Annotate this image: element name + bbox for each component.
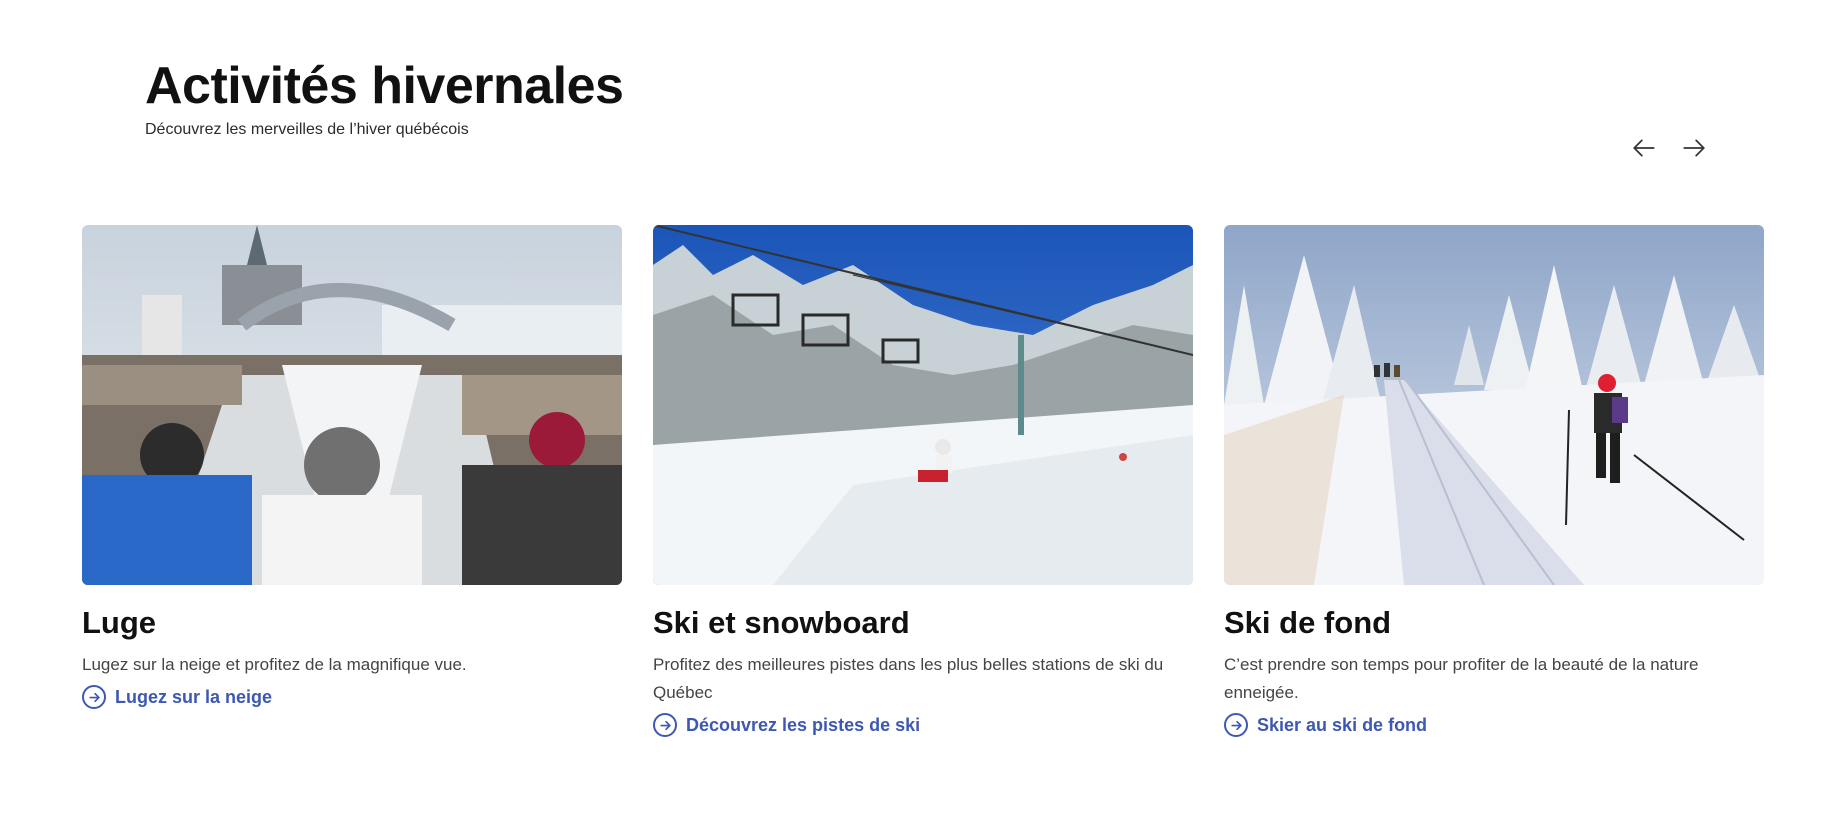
activity-card-luge: Luge Lugez sur la neige et profitez de l…: [82, 225, 622, 737]
activity-card-ski-de-fond: Ski de fond C’est prendre son temps pour…: [1224, 225, 1764, 738]
card-link-label: Découvrez les pistes de ski: [686, 714, 921, 735]
page-title: Activités hivernales: [145, 57, 624, 115]
page-subtitle: Découvrez les merveilles de l’hiver québ…: [145, 121, 469, 139]
ski-link[interactable]: Découvrez les pistes de ski: [653, 713, 921, 738]
carousel-next-button[interactable]: [1678, 132, 1710, 164]
activity-card-ski: Ski et snowboard Profitez des meilleures…: [653, 225, 1193, 738]
arrow-right-icon: [1683, 139, 1705, 157]
card-title: Luge: [82, 605, 157, 640]
arrow-left-icon: [1633, 139, 1655, 157]
card-description: Lugez sur la neige et profitez de la mag…: [82, 655, 467, 675]
ski-de-fond-link[interactable]: Skier au ski de fond: [1224, 713, 1428, 738]
arrow-circle-right-icon: [653, 713, 677, 738]
card-description: C’est prendre son temps pour profiter de…: [1224, 655, 1699, 703]
luge-link[interactable]: Lugez sur la neige: [82, 685, 273, 710]
carousel-prev-button[interactable]: [1628, 132, 1660, 164]
card-title: Ski et snowboard: [653, 605, 910, 640]
card-link-label: Skier au ski de fond: [1257, 714, 1428, 735]
ski-image: [653, 225, 1193, 585]
arrow-circle-right-icon: [1224, 713, 1248, 738]
section-header: Activités hivernales Découvrez les merve…: [145, 57, 624, 139]
ski-de-fond-image: [1224, 225, 1764, 585]
luge-image: [82, 225, 622, 585]
card-description: Profitez des meilleures pistes dans les …: [653, 655, 1164, 703]
card-title: Ski de fond: [1224, 605, 1392, 640]
activity-cards: Luge Lugez sur la neige et profitez de l…: [82, 225, 1764, 738]
arrow-circle-right-icon: [82, 685, 106, 710]
carousel-nav: [1628, 132, 1710, 164]
card-link-label: Lugez sur la neige: [115, 686, 273, 707]
